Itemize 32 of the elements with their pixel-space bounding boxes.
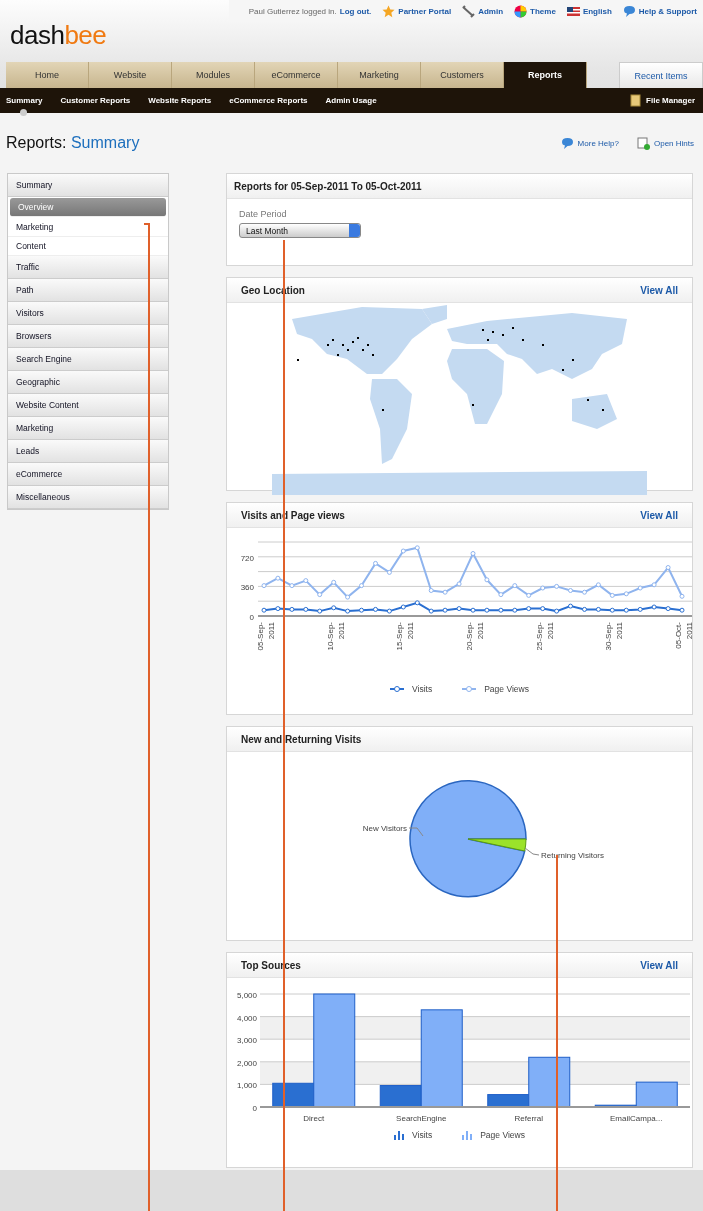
- x-axis-label: 10-Sep-2011: [325, 622, 346, 651]
- y-axis-label: 4,000: [236, 1013, 257, 1023]
- x-axis-label: SearchEngine: [396, 1114, 447, 1123]
- panel-title: New and Returning Visits: [240, 733, 362, 745]
- y-axis-label: 5,000: [236, 991, 257, 1000]
- x-axis-label: Referral: [514, 1114, 543, 1123]
- y-axis-label: 360: [240, 583, 254, 593]
- x-axis-label: 20-Sep-2011: [465, 622, 485, 651]
- y-axis-label: 2,000: [236, 1058, 257, 1068]
- login-status-text: Paul Gutierrez logged in.: [248, 6, 337, 16]
- legend-label: Visits: [412, 1130, 433, 1140]
- x-axis-label: 30-Sep-2011: [604, 622, 625, 651]
- y-axis-label: 3,000: [236, 1036, 257, 1046]
- field-label: Date Period: [239, 209, 288, 219]
- pie-label: Returning Visitors: [540, 851, 604, 860]
- page-title: Reports: Summary: [6, 134, 140, 152]
- pie-label: New Visitors: [362, 824, 407, 833]
- y-axis-label: 0: [252, 1104, 257, 1113]
- x-axis-label: Direct: [303, 1114, 325, 1123]
- y-axis-label: 0: [249, 613, 254, 622]
- y-axis-label: 1,000: [236, 1081, 257, 1091]
- x-axis-label: 05-Sep-2011: [256, 622, 276, 651]
- legend-label: Page Views: [480, 1130, 525, 1140]
- logo: dashbee: [10, 22, 108, 52]
- legend-label: Page Views: [484, 684, 529, 694]
- panel-title: Reports for 05-Sep-2011 To 05-Oct-2011: [234, 180, 422, 192]
- legend-label: Visits: [412, 684, 433, 694]
- x-axis-label: 15-Sep-2011: [395, 622, 416, 651]
- x-axis-label: EmailCampa...: [610, 1114, 663, 1123]
- x-axis-label: 25-Sep-2011: [534, 622, 555, 651]
- x-axis-label: 05-Oct-2011: [674, 622, 692, 649]
- y-axis-label: 720: [240, 553, 254, 563]
